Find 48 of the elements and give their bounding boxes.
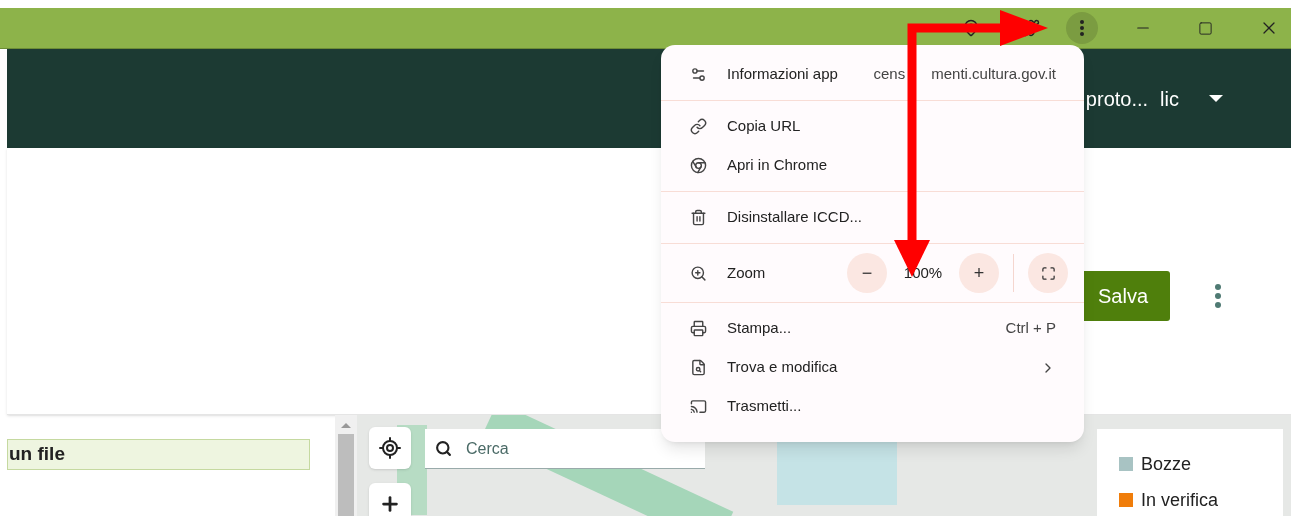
menu-item[interactable]: Trova e modifica [661, 348, 1084, 387]
maximize-icon[interactable] [1198, 20, 1213, 36]
legend-label: In verifica [1141, 491, 1219, 509]
scrollbar[interactable] [335, 415, 357, 516]
fullscreen-icon [1040, 265, 1056, 281]
zoom-in-button[interactable]: + [959, 253, 999, 293]
zoom-in-map-button[interactable] [369, 483, 411, 516]
file-field[interactable]: un file [7, 439, 310, 470]
menu-item-label: Disinstallare ICCD... [727, 207, 864, 228]
app-domain: menti.cultura.gov.it [931, 64, 1056, 85]
menu-item-label: Trasmetti... [727, 396, 803, 417]
location-pin-icon[interactable] [962, 19, 980, 37]
plus-icon [379, 493, 401, 515]
menu-item[interactable]: Trasmetti... [661, 387, 1084, 426]
fullscreen-button[interactable] [1028, 253, 1068, 293]
map-search-field[interactable]: Cerca [425, 429, 705, 469]
cast-icon [690, 398, 707, 415]
menu-item-label: Zoom [727, 262, 767, 283]
document-search-icon [690, 359, 707, 376]
search-input[interactable]: Cerca [466, 436, 666, 461]
zoom-icon [690, 264, 707, 282]
user-label: lic [1160, 86, 1179, 112]
sliders-icon [690, 66, 707, 83]
more-options-icon[interactable] [1215, 284, 1221, 308]
menu-item-label: Trova e modifica [727, 357, 839, 378]
browser-logo-icon [690, 157, 707, 174]
zoom-out-button[interactable]: − [847, 253, 887, 293]
menu-item-label: Informazioni app [727, 64, 839, 85]
menu-item[interactable]: Informazioni app cens menti.cultura.gov.it [661, 55, 1084, 94]
app-domain: cens [873, 64, 906, 85]
locate-button[interactable] [369, 427, 411, 469]
menu-button[interactable] [1066, 12, 1098, 44]
menu-item[interactable]: Copia URL [661, 107, 1084, 146]
search-icon [435, 440, 452, 457]
menu-item-label: Stampa... [727, 318, 793, 339]
menu-item[interactable]: Disinstallare ICCD... [661, 198, 1084, 237]
menu-item-label: Apri in Chrome [727, 155, 829, 176]
trash-icon [690, 209, 707, 226]
kebab-icon [1080, 20, 1084, 36]
printer-icon [690, 320, 707, 337]
menu-item[interactable]: Apri in Chrome [661, 146, 1084, 185]
locate-icon [378, 436, 402, 460]
legend-label: Bozze [1141, 455, 1192, 473]
keyboard-shortcut: Ctrl + P [1005, 318, 1056, 339]
user-label: proto... [1085, 86, 1149, 112]
link-icon [690, 118, 707, 135]
dropdown-caret-icon[interactable] [1209, 95, 1223, 102]
menu-item-label: Copia URL [727, 116, 802, 137]
